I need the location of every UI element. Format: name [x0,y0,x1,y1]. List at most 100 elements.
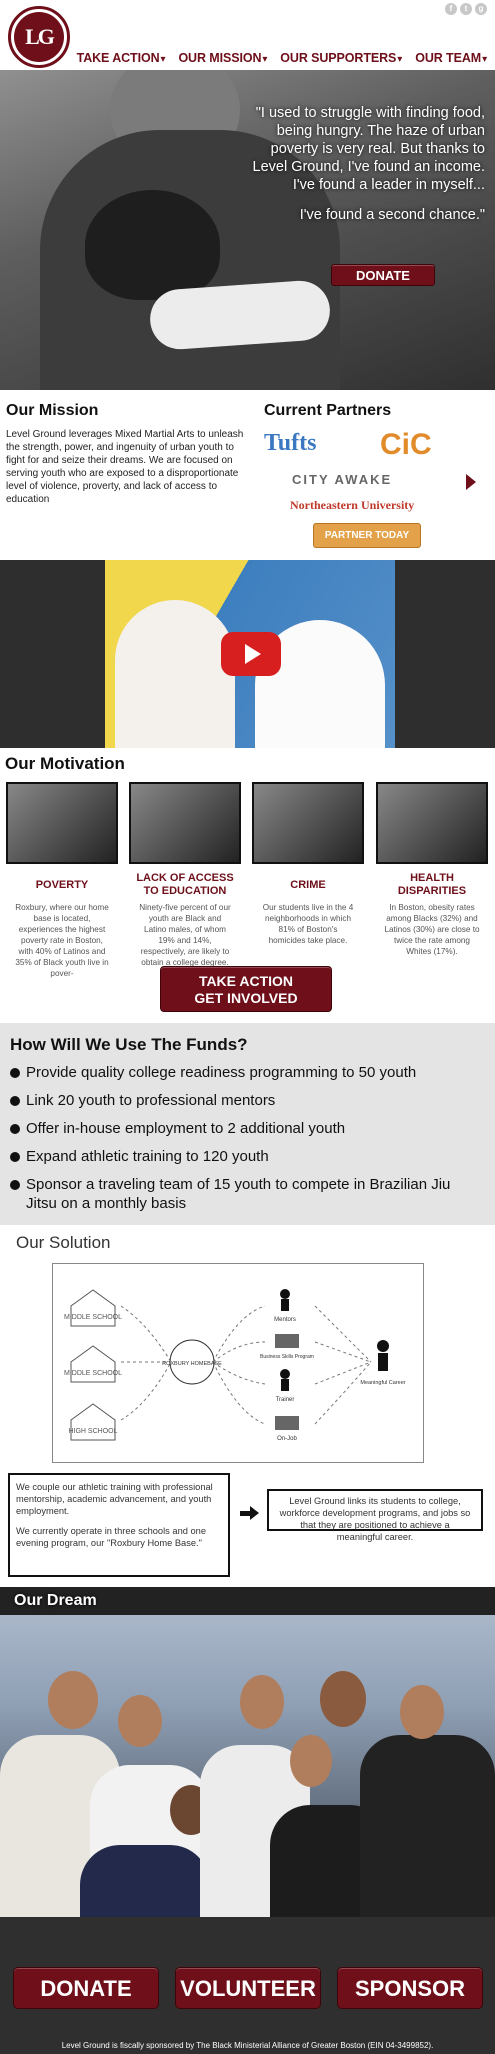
solution-diagram: MIDDLE SCHOOL MIDDLE SCHOOL HIGH SCHOOL … [52,1263,424,1463]
logo-mark: LG [14,12,64,62]
team-photo-figure [48,1671,98,1729]
play-icon[interactable] [221,632,281,676]
hero-quote-main: "I used to struggle with finding food, b… [252,105,486,193]
nav-take-action[interactable]: TAKE ACTION [77,51,166,65]
site-header: LG f t g TAKE ACTION OUR MISSION OUR SUP… [0,0,495,70]
bottom-cta-bar: DONATE VOLUNTEER SPONSOR Level Ground is… [0,1917,495,2054]
team-photo-figure [118,1695,162,1747]
team-photo-figure [80,1845,210,1917]
hero-banner: "I used to struggle with finding food, b… [0,70,495,390]
team-photo-figure [360,1735,495,1917]
donate-button[interactable]: DONATE [13,1967,159,2009]
school-icon [70,1289,116,1441]
partner-logo-tufts[interactable]: Tufts [264,430,316,457]
homebase-label: ROXBURY HOMEBASE [162,1361,222,1367]
carousel-next-icon[interactable] [466,474,476,490]
motivation-section: Our Motivation POVERTY Roxbury, where ou… [0,748,495,1012]
sponsor-button[interactable]: SPONSOR [337,1967,483,2009]
team-photo-figure [320,1671,366,1727]
outcome-label: Business Skills Program [260,1354,314,1360]
nav-our-supporters[interactable]: OUR SUPPORTERS [280,51,402,65]
mission-section: Our Mission Level Ground leverages Mixed… [0,390,495,558]
video-player[interactable] [105,560,395,748]
school-label: MIDDLE SCHOOL [64,1314,122,1321]
crime-photo [252,782,364,864]
motivation-card-crime: CRIME Our students live in the 4 neighbo… [252,782,364,946]
list-item: Expand athletic training to 120 youth [10,1147,480,1166]
school-label: MIDDLE SCHOOL [64,1370,122,1377]
video-thumbnail-figure [115,600,235,748]
motivation-card-text: Ninety-five percent of our youth are Bla… [139,903,231,967]
partner-logo-cic[interactable]: CiC [380,428,432,462]
hero-photo-hand-wrap [148,278,332,352]
list-item: Provide quality college readiness progra… [10,1063,480,1082]
poverty-photo [6,782,118,864]
outcome-label: Trainer [276,1397,295,1403]
partner-logo-city-awake[interactable]: CITY AWAKE [292,472,392,487]
list-item: Sponsor a traveling team of 15 youth to … [10,1175,480,1213]
hero-donate-button[interactable]: DONATE [331,264,435,286]
funds-section: How Will We Use The Funds? Provide quali… [0,1023,495,1225]
solution-outcome-box: Level Ground links its students to colle… [267,1489,483,1542]
motivation-card-title: LACK OF ACCESS TO EDUCATION [136,872,234,897]
list-item: Offer in-house employment to 2 additiona… [10,1119,480,1138]
motivation-card-title: CRIME [290,878,326,891]
outcome-label: Mentors [274,1317,296,1323]
motivation-title: Our Motivation [5,754,125,773]
funds-title: How Will We Use The Funds? [10,1035,248,1054]
facebook-icon[interactable]: f [445,3,457,15]
solution-text: We couple our athletic training with pro… [16,1482,213,1516]
school-label: HIGH SCHOOL [68,1428,117,1435]
team-photo [0,1615,495,1917]
take-action-label: TAKE ACTION [198,973,294,989]
partner-today-button[interactable]: PARTNER TODAY [313,523,421,548]
list-item: Link 20 youth to professional mentors [10,1091,480,1110]
twitter-icon[interactable]: t [460,3,472,15]
diagram-connectors [120,1305,372,1425]
google-plus-icon[interactable]: g [475,3,487,15]
motivation-card-text: In Boston, obesity rates among Blacks (3… [384,903,480,956]
motivation-card-poverty: POVERTY Roxbury, where our home base is … [6,782,118,979]
solution-title: Our Solution [16,1233,111,1252]
education-photo [129,782,241,864]
motivation-card-title: HEALTH DISPARITIES [397,872,467,897]
mission-title: Our Mission [6,402,99,419]
solution-text: We currently operate in three schools an… [16,1526,207,1548]
team-photo-figure [240,1675,284,1729]
partners-title: Current Partners [264,402,392,419]
hero-photo-graphic [85,190,220,300]
motivation-card-education: LACK OF ACCESS TO EDUCATION Ninety-five … [129,782,241,968]
nav-our-mission[interactable]: OUR MISSION [178,51,267,65]
page: { "logo": {"text": "LG"}, "social": ["f"… [0,0,495,2054]
team-photo-figure [400,1685,444,1739]
volunteer-button[interactable]: VOLUNTEER [175,1967,321,2009]
motivation-card-title: POVERTY [35,878,89,891]
solution-section: Our Solution MIDDLE SCHOOL MIDDLE SCHOOL… [0,1225,495,1587]
solution-description-box: We couple our athletic training with pro… [8,1473,230,1577]
logo[interactable]: LG [8,6,70,68]
health-photo [376,782,488,864]
motivation-card-text: Our students live in the 4 neighborhoods… [262,903,354,945]
solution-diagram-svg: MIDDLE SCHOOL MIDDLE SCHOOL HIGH SCHOOL … [64,1289,406,1442]
funds-list: Provide quality college readiness progra… [10,1063,480,1222]
video-section [0,560,495,748]
social-links: f t g [445,3,487,15]
hero-quote: "I used to struggle with finding food, b… [245,104,486,224]
motivation-card-health: HEALTH DISPARITIES In Boston, obesity ra… [376,782,488,957]
career-person-icon [377,1340,389,1371]
dream-title-bar: Our Dream [0,1587,495,1615]
footer-text: Level Ground is fiscally sponsored by Th… [61,2041,434,2050]
get-involved-label: GET INVOLVED [194,990,298,1006]
partner-logo-northeastern[interactable]: Northeastern University [290,498,414,513]
take-action-button[interactable]: TAKE ACTION GET INVOLVED [160,966,332,1012]
career-label: Meaningful Career [360,1380,405,1386]
motivation-card-text: Roxbury, where our home base is located,… [15,903,109,978]
main-nav: TAKE ACTION OUR MISSION OUR SUPPORTERS O… [77,51,487,65]
dream-title: Our Dream [14,1592,97,1609]
outcome-label: On-Job [277,1436,297,1442]
team-photo-figure [290,1735,332,1787]
nav-our-team[interactable]: OUR TEAM [415,51,487,65]
dream-section: Our Dream [0,1587,495,1917]
hero-quote-closing: I've found a second chance." [299,207,485,223]
mission-text: Level Ground leverages Mixed Martial Art… [6,429,244,505]
